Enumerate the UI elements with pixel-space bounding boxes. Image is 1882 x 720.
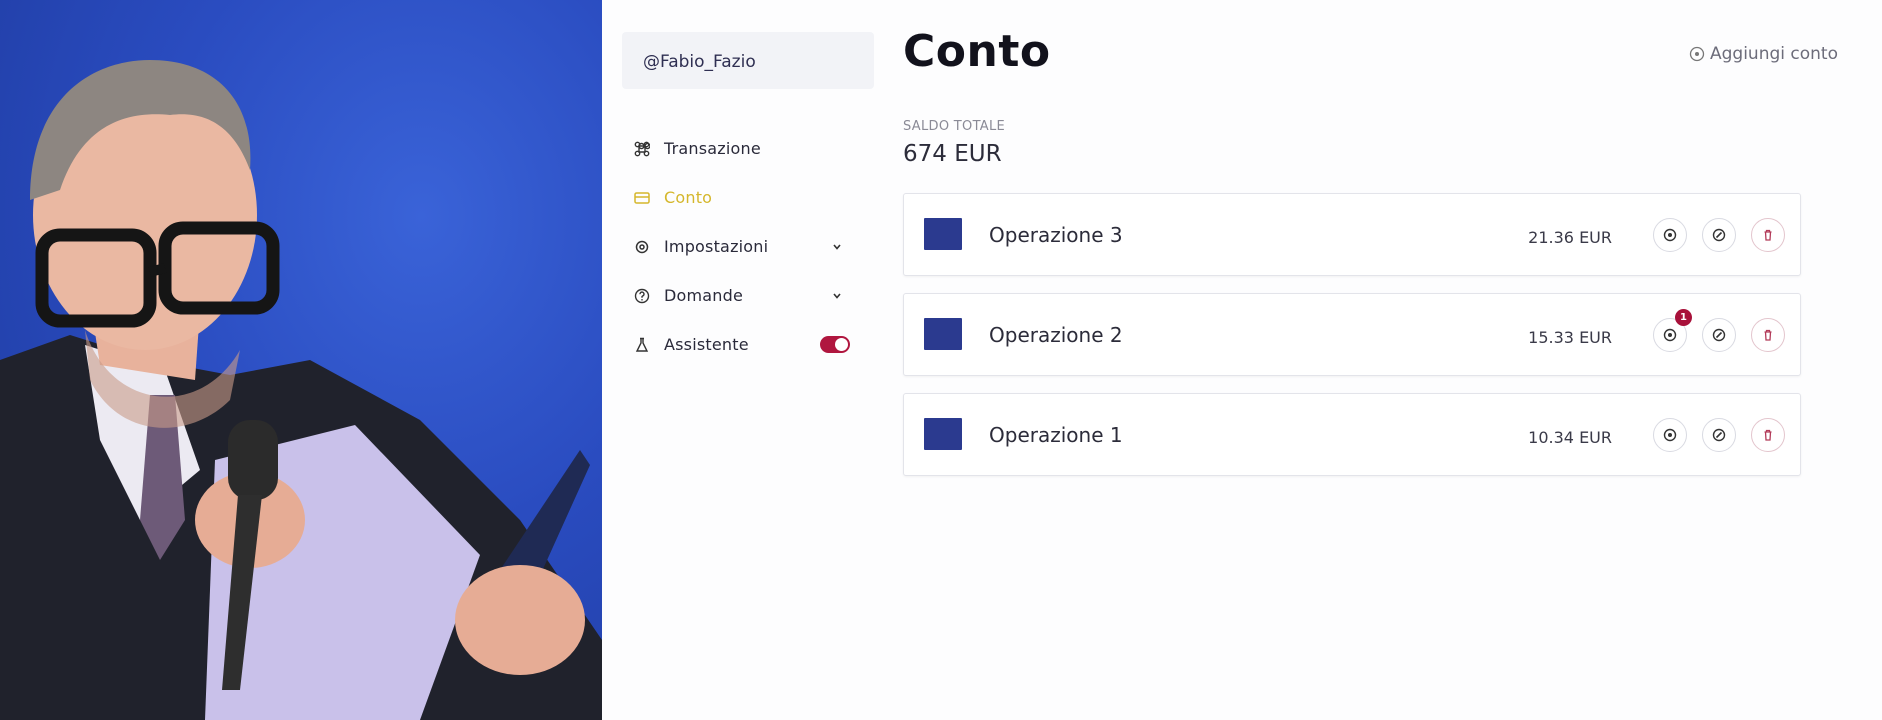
trash-icon <box>1764 429 1772 441</box>
help-icon <box>634 288 650 304</box>
operation-name: Operazione 3 <box>989 223 1123 247</box>
banking-app: @Fabio_Fazio Transazione Conto Impostazi… <box>602 0 1882 720</box>
sidebar-item-label: Impostazioni <box>664 237 769 256</box>
assistente-toggle[interactable] <box>820 336 850 353</box>
eye-icon <box>1663 228 1677 242</box>
operation-name: Operazione 2 <box>989 323 1123 347</box>
gear-icon <box>634 239 650 255</box>
eu-flag-icon <box>924 218 962 250</box>
edit-icon <box>1712 428 1726 442</box>
operations-list: Operazione 3 21.36 EUR Operazione 2 15.3… <box>903 193 1801 493</box>
toggle-knob <box>835 338 848 351</box>
view-button[interactable]: 1 <box>1653 309 1692 352</box>
operation-row[interactable]: Operazione 3 21.36 EUR <box>903 193 1801 276</box>
sidebar-item-conto[interactable]: Conto <box>634 173 874 222</box>
view-button[interactable] <box>1653 218 1687 252</box>
operation-name: Operazione 1 <box>989 423 1123 447</box>
presenter-video <box>0 0 602 720</box>
sidebar-item-label: Domande <box>664 286 744 305</box>
trash-icon <box>1764 229 1772 241</box>
edit-button[interactable] <box>1702 418 1736 452</box>
user-handle[interactable]: @Fabio_Fazio <box>622 32 874 89</box>
edit-icon <box>1712 228 1726 242</box>
sidebar-item-label: Assistente <box>664 335 749 354</box>
sidebar-item-impostazioni[interactable]: Impostazioni <box>634 222 874 271</box>
edit-button[interactable] <box>1702 218 1736 252</box>
card-icon <box>634 190 650 206</box>
eye-icon <box>1663 328 1677 342</box>
delete-button[interactable] <box>1751 218 1785 252</box>
chevron-down-icon <box>830 239 844 253</box>
eu-flag-icon <box>924 418 962 450</box>
trash-icon <box>1764 329 1772 341</box>
sidebar-item-label: Conto <box>664 188 713 207</box>
flask-icon <box>634 337 650 353</box>
notification-badge: 1 <box>1675 309 1692 326</box>
operation-amount: 10.34 EUR <box>1528 428 1612 447</box>
edit-button[interactable] <box>1702 318 1736 352</box>
page-title: Conto <box>903 26 1051 77</box>
operation-amount: 15.33 EUR <box>1528 328 1612 347</box>
balance-label: SALDO TOTALE <box>903 119 1006 134</box>
add-account-button[interactable]: Aggiungi conto <box>1689 44 1838 64</box>
eu-flag-icon <box>924 318 962 350</box>
sidebar-item-assistente[interactable]: Assistente <box>634 320 874 369</box>
sidebar-item-label: Transazione <box>664 139 761 158</box>
operation-row[interactable]: Operazione 1 10.34 EUR <box>903 393 1801 476</box>
operation-amount: 21.36 EUR <box>1528 228 1612 247</box>
presenter-illustration <box>0 60 602 720</box>
sidebar-item-transazione[interactable]: Transazione <box>634 124 874 173</box>
sidebar-nav: Transazione Conto Impostazioni Domande A… <box>634 124 874 369</box>
delete-button[interactable] <box>1751 318 1785 352</box>
sidebar-item-domande[interactable]: Domande <box>634 271 874 320</box>
add-account-label: Aggiungi conto <box>1710 44 1838 64</box>
plus-circle-icon <box>1689 46 1705 62</box>
delete-button[interactable] <box>1751 418 1785 452</box>
edit-icon <box>1712 328 1726 342</box>
balance-value: 674 EUR <box>903 141 1002 167</box>
command-icon <box>634 141 650 157</box>
eye-icon <box>1663 428 1677 442</box>
view-button[interactable] <box>1653 418 1687 452</box>
operation-row[interactable]: Operazione 2 15.33 EUR 1 <box>903 293 1801 376</box>
chevron-down-icon <box>830 288 844 302</box>
